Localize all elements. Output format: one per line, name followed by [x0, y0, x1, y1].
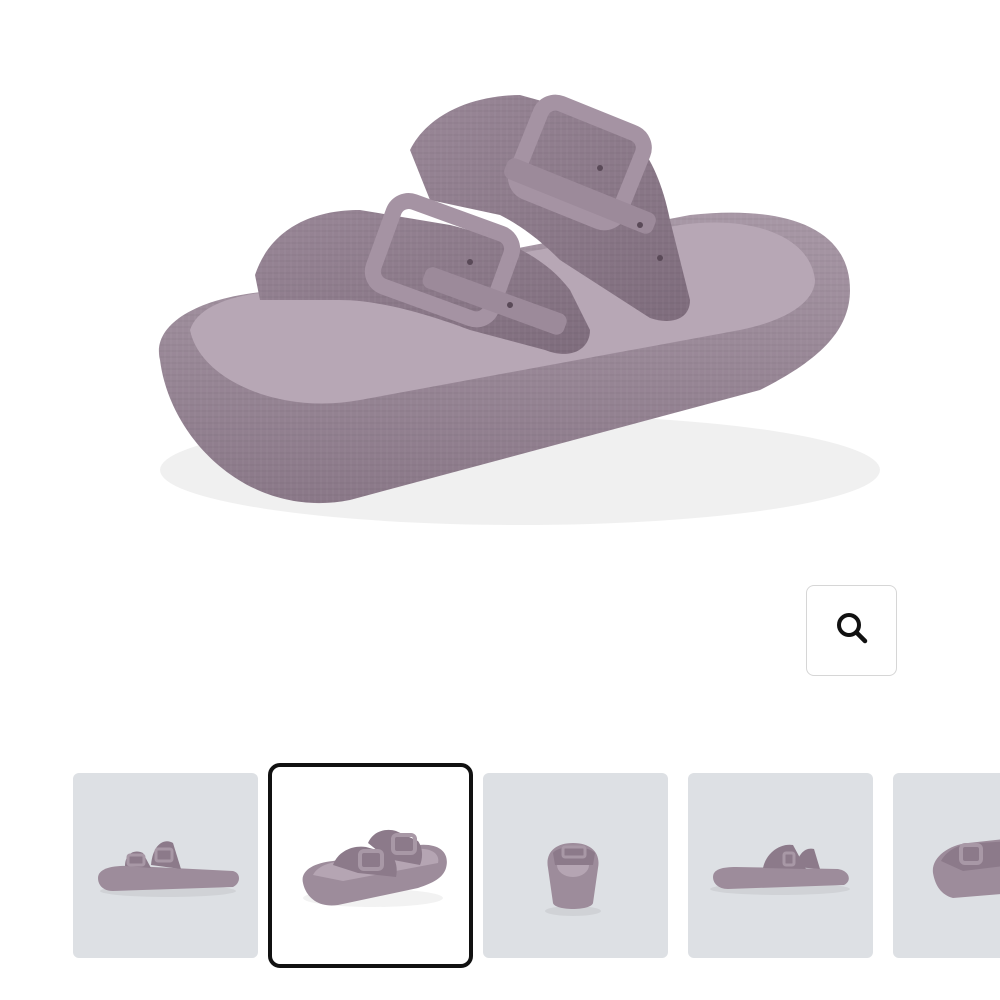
thumbnail-5[interactable]	[893, 773, 1000, 958]
thumbnail-strip	[0, 763, 1000, 973]
zoom-button[interactable]	[806, 585, 897, 676]
thumbnail-2-active[interactable]	[268, 763, 473, 968]
thumbnail-4[interactable]	[688, 773, 873, 958]
thumbnail-1[interactable]	[73, 773, 258, 958]
thumbnail-3[interactable]	[483, 773, 668, 958]
product-gallery	[0, 0, 1000, 1000]
search-icon	[833, 609, 871, 652]
